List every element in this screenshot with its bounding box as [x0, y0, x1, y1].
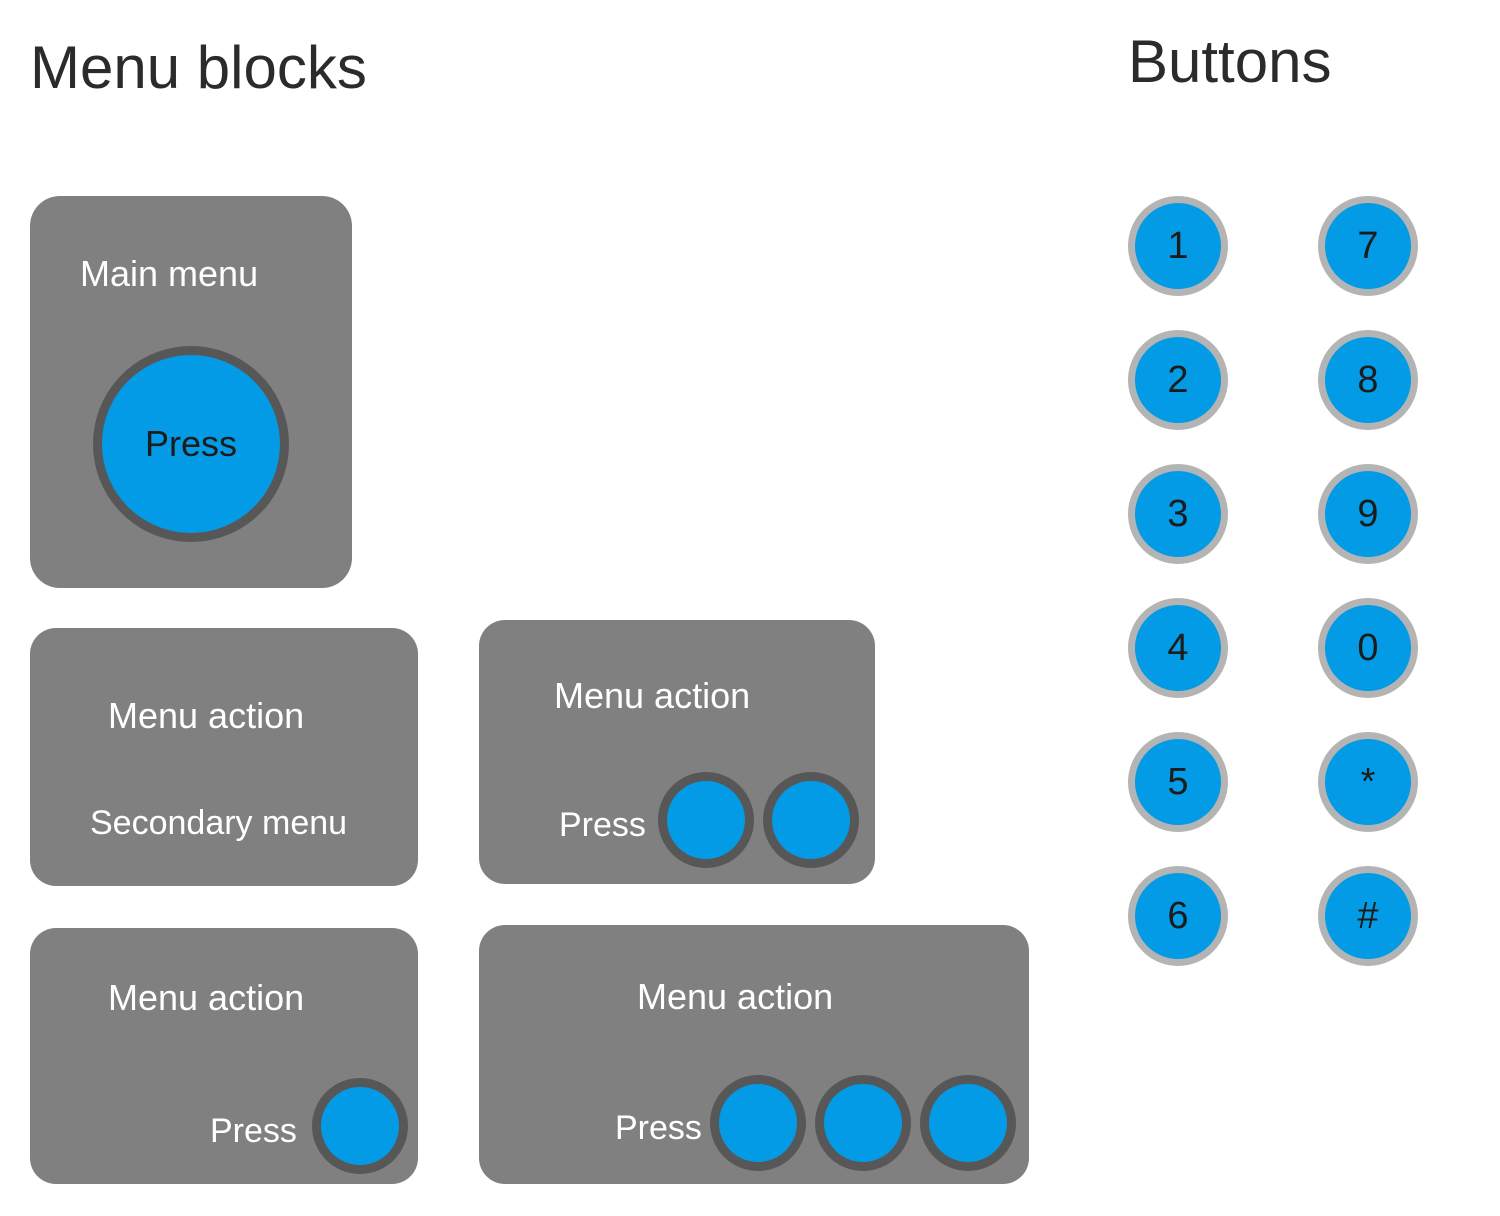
keypad-button-hash[interactable]: #: [1318, 866, 1418, 966]
press-label: Press: [210, 1112, 297, 1150]
menu-block-subtitle: Secondary menu: [90, 804, 348, 842]
menu-block-title: Main menu: [80, 253, 259, 294]
press-button-label: Press: [144, 423, 238, 464]
press-label: Press: [615, 1109, 702, 1147]
press-button[interactable]: [920, 1075, 1016, 1171]
press-button[interactable]: [312, 1078, 408, 1174]
menu-block-three-buttons[interactable]: Menu action Press: [479, 925, 1029, 1184]
keypad-button-2[interactable]: 2: [1128, 330, 1228, 430]
keypad-button-label: 3: [1167, 493, 1189, 535]
keypad-button-label: 5: [1167, 761, 1189, 803]
press-button[interactable]: [815, 1075, 911, 1171]
keypad-button-label: #: [1357, 895, 1379, 937]
press-button[interactable]: Press: [93, 346, 289, 542]
keypad-button-label: 6: [1167, 895, 1189, 937]
keypad-button-label: 0: [1357, 627, 1379, 669]
menu-block-main-menu[interactable]: Main menu Press: [30, 196, 352, 588]
keypad-button-label: 1: [1167, 225, 1189, 267]
menu-block-title: Menu action: [108, 977, 305, 1018]
keypad-button-5[interactable]: 5: [1128, 732, 1228, 832]
menu-block-title: Menu action: [637, 976, 834, 1017]
keypad-button-label: 7: [1357, 225, 1379, 267]
diagram-canvas: Menu blocks Buttons Main menu Press Menu…: [0, 0, 1500, 1216]
keypad: 1 2 3 4 5 6 7 8 9 0 * #: [1128, 196, 1458, 966]
keypad-button-label: 9: [1357, 493, 1379, 535]
page-title-buttons: Buttons: [1128, 28, 1332, 95]
press-button[interactable]: [658, 772, 754, 868]
keypad-button-asterisk[interactable]: *: [1318, 732, 1418, 832]
keypad-button-1[interactable]: 1: [1128, 196, 1228, 296]
menu-block-one-button[interactable]: Menu action Press: [30, 928, 418, 1184]
keypad-button-0[interactable]: 0: [1318, 598, 1418, 698]
keypad-button-3[interactable]: 3: [1128, 464, 1228, 564]
keypad-button-4[interactable]: 4: [1128, 598, 1228, 698]
press-button[interactable]: [763, 772, 859, 868]
keypad-button-label: 2: [1167, 359, 1189, 401]
keypad-button-label: 8: [1357, 359, 1379, 401]
menu-block-secondary-menu[interactable]: Menu action Secondary menu: [30, 628, 418, 886]
press-label: Press: [559, 806, 646, 844]
keypad-button-6[interactable]: 6: [1128, 866, 1228, 966]
press-button[interactable]: [710, 1075, 806, 1171]
menu-block-title: Menu action: [108, 695, 305, 736]
keypad-button-label: *: [1360, 761, 1376, 803]
keypad-button-label: 4: [1167, 627, 1189, 669]
keypad-button-9[interactable]: 9: [1318, 464, 1418, 564]
keypad-button-7[interactable]: 7: [1318, 196, 1418, 296]
page-title-menu-blocks: Menu blocks: [30, 34, 367, 101]
menu-block-title: Menu action: [554, 675, 751, 716]
keypad-button-8[interactable]: 8: [1318, 330, 1418, 430]
menu-block-two-buttons[interactable]: Menu action Press: [479, 620, 875, 884]
